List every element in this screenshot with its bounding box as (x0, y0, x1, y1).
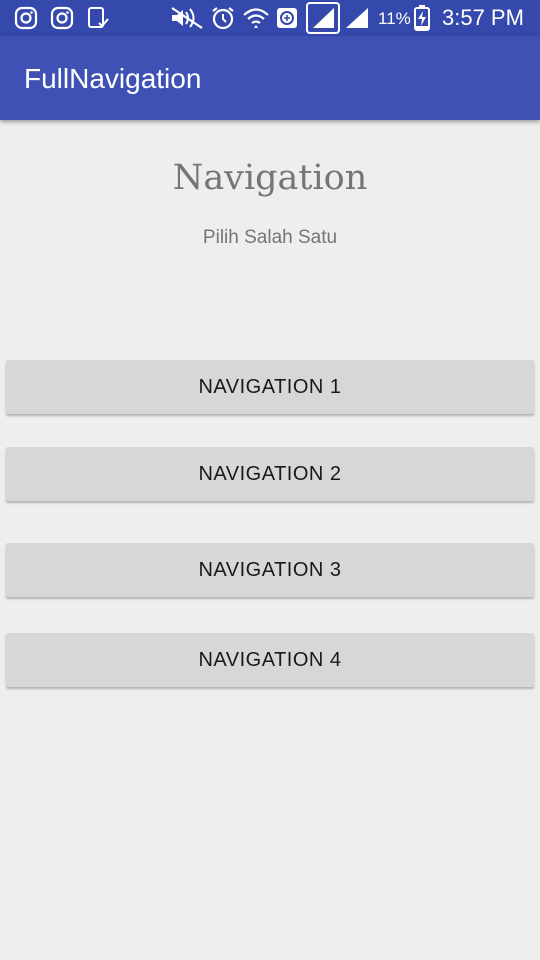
instagram-icon (14, 6, 38, 30)
wifi-icon (242, 6, 270, 30)
navigation-3-button[interactable]: NAVIGATION 3 (6, 543, 534, 597)
battery-percent: 11% (378, 9, 411, 28)
data-saver-icon (276, 6, 298, 30)
signal-icon (344, 6, 370, 30)
instagram-icon (50, 6, 74, 30)
page-title: Navigation (172, 158, 368, 198)
clipboard-check-icon (86, 6, 110, 30)
status-bar: 11% 3:57 PM (0, 0, 540, 36)
alarm-icon (210, 6, 236, 30)
app-bar: FullNavigation (0, 36, 540, 120)
navigation-4-button[interactable]: NAVIGATION 4 (6, 633, 534, 687)
page-subtitle: Pilih Salah Satu (202, 227, 338, 248)
battery-charging-icon (414, 5, 430, 31)
mute-icon (170, 6, 204, 30)
navigation-1-button[interactable]: NAVIGATION 1 (6, 360, 534, 414)
app-title: FullNavigation (24, 63, 202, 94)
navigation-2-button[interactable]: NAVIGATION 2 (6, 447, 534, 501)
signal-icon (306, 2, 340, 34)
clock: 3:57 PM (442, 5, 524, 30)
